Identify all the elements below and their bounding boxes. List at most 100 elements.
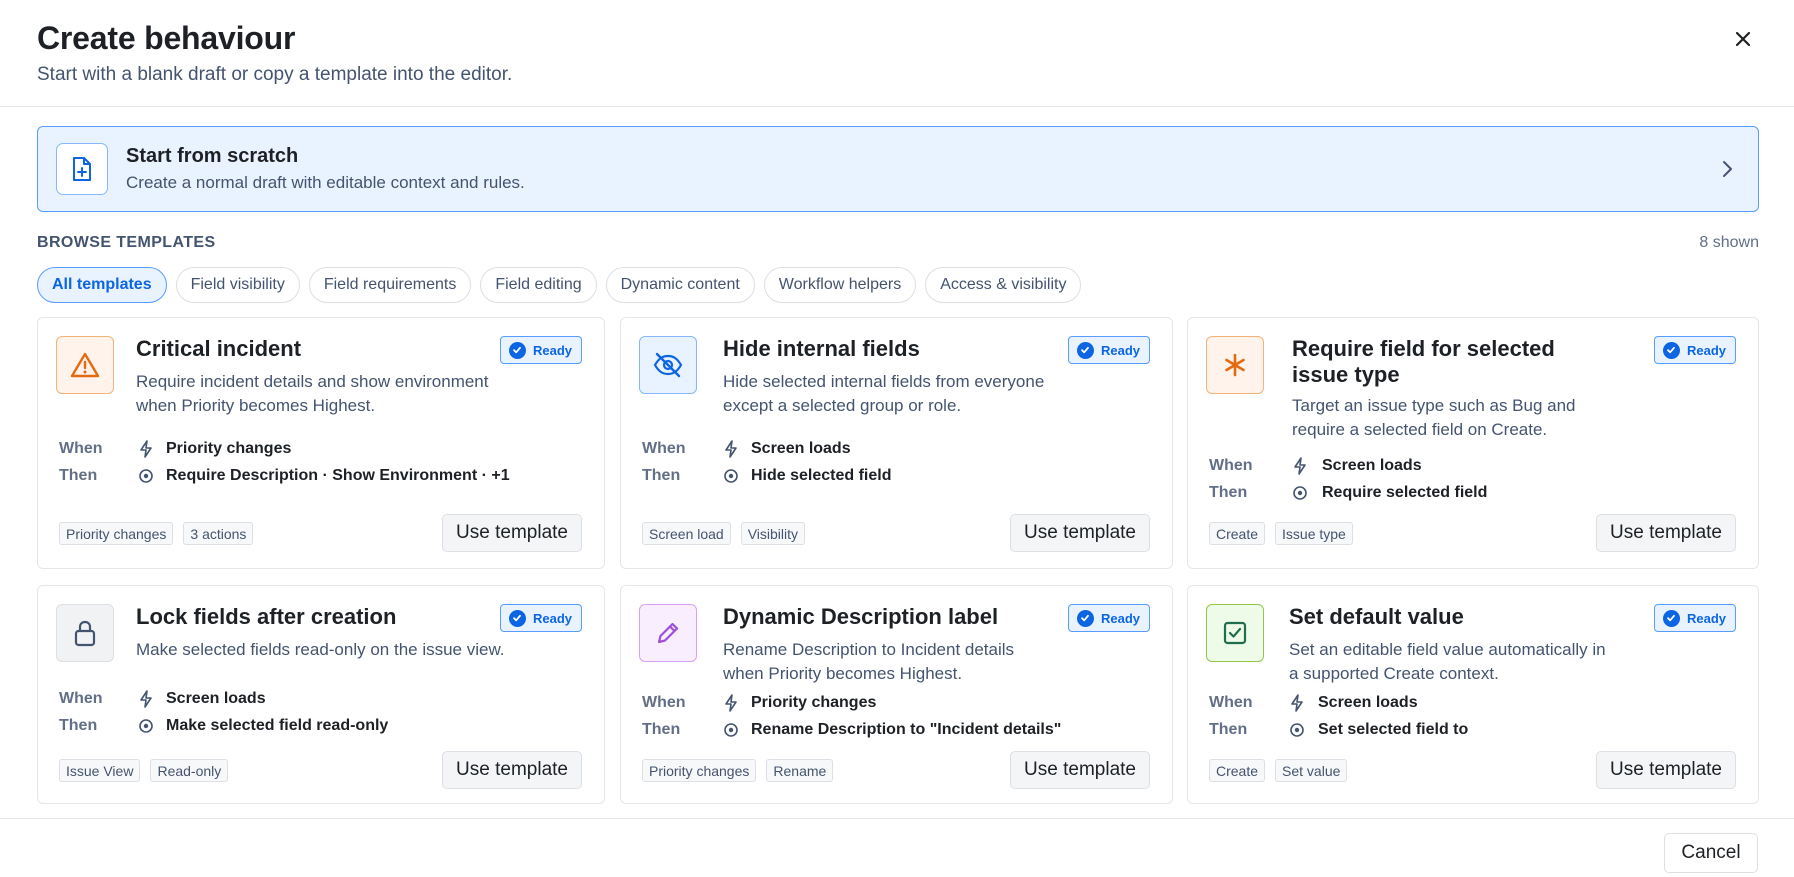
use-template-button[interactable]: Use template <box>1596 514 1736 552</box>
lightning-icon <box>1289 694 1305 712</box>
card-icon-tile <box>639 604 697 662</box>
tag: Priority changes <box>59 522 174 545</box>
then-label: Then <box>642 721 681 738</box>
card-title: Require field for selected issue type <box>1292 336 1555 387</box>
target-icon <box>138 717 154 735</box>
dialog-subtitle: Start with a blank draft or copy a templ… <box>37 64 513 85</box>
lock-icon <box>74 620 96 647</box>
when-label: When <box>59 690 103 707</box>
checkbox-icon <box>1223 621 1247 645</box>
pencil-icon <box>657 622 679 644</box>
status-badge-label: Ready <box>1100 342 1140 358</box>
use-template-button[interactable]: Use template <box>442 514 582 552</box>
close-button[interactable] <box>1728 24 1758 54</box>
status-badge-label: Ready <box>1686 342 1726 358</box>
filter-field-visibility[interactable]: Field visibility <box>175 267 300 303</box>
when-label: When <box>1209 457 1253 474</box>
card-title: Hide internal fields <box>723 336 920 361</box>
tag: Priority changes <box>642 759 757 782</box>
lightning-icon <box>138 440 154 458</box>
tag: Create <box>1209 522 1266 545</box>
template-card-lock-fields: Lock fields after creation Make selected… <box>37 585 605 804</box>
check-circle-icon <box>1076 609 1094 627</box>
card-title: Dynamic Description label <box>723 604 999 629</box>
card-icon-tile <box>56 604 114 662</box>
use-template-button[interactable]: Use template <box>1010 514 1150 552</box>
card-tags: Screen load Visibility <box>642 522 806 545</box>
use-template-button[interactable]: Use template <box>1596 751 1736 789</box>
when-value: Priority changes <box>751 694 877 711</box>
target-icon <box>1289 721 1305 739</box>
lightning-icon <box>138 690 154 708</box>
chevron-right-icon <box>1713 155 1741 183</box>
templates-count: 8 shown <box>1699 234 1759 251</box>
lightning-icon <box>1292 457 1308 475</box>
dialog-header: Create behaviour Start with a blank draf… <box>0 0 1794 107</box>
then-label: Then <box>1209 721 1248 738</box>
check-circle-icon <box>508 341 526 359</box>
target-icon <box>723 467 739 485</box>
when-label: When <box>59 440 103 457</box>
card-icon-tile <box>1206 604 1264 662</box>
then-label: Then <box>642 467 681 484</box>
filter-workflow-helpers[interactable]: Workflow helpers <box>763 267 917 303</box>
card-icon-tile <box>56 336 114 394</box>
status-badge: Ready <box>499 604 582 632</box>
then-value: Require Description · Show Environment ·… <box>166 467 510 484</box>
then-label: Then <box>59 467 98 484</box>
template-card-require-field: Require field for selected issue type Ta… <box>1187 317 1759 569</box>
status-badge: Ready <box>1653 604 1736 632</box>
filter-access-visibility[interactable]: Access & visibility <box>925 267 1082 303</box>
tag: Issue type <box>1275 522 1353 545</box>
filter-field-editing[interactable]: Field editing <box>480 267 597 303</box>
then-value: Set selected field to <box>1318 721 1469 738</box>
template-card-critical-incident: Critical incident Require incident detai… <box>37 317 605 569</box>
file-plus-icon <box>73 157 91 181</box>
then-value: Make selected field read-only <box>166 717 389 734</box>
card-tags: Create Set value <box>1209 759 1348 782</box>
target-icon <box>138 467 154 485</box>
when-label: When <box>642 694 686 711</box>
use-template-button[interactable]: Use template <box>1010 751 1150 789</box>
template-card-dynamic-description: Dynamic Description label Rename Descrip… <box>620 585 1173 804</box>
when-value: Screen loads <box>1322 457 1422 474</box>
cancel-button[interactable]: Cancel <box>1664 833 1758 873</box>
filter-dynamic-content[interactable]: Dynamic content <box>605 267 755 303</box>
status-badge-label: Ready <box>1686 610 1726 626</box>
card-title: Set default value <box>1289 604 1464 629</box>
card-icon-tile <box>639 336 697 394</box>
start-from-scratch-option[interactable]: Start from scratch Create a normal draft… <box>37 126 1759 212</box>
lightning-icon <box>723 694 739 712</box>
tag: Read-only <box>150 759 229 782</box>
scratch-icon-tile <box>56 143 108 195</box>
card-title: Critical incident <box>136 336 302 361</box>
scratch-description: Create a normal draft with editable cont… <box>126 173 525 192</box>
lightning-icon <box>723 440 739 458</box>
when-label: When <box>642 440 686 457</box>
card-title: Lock fields after creation <box>136 604 397 629</box>
use-template-button[interactable]: Use template <box>442 751 582 789</box>
status-badge: Ready <box>1067 336 1150 364</box>
card-tags: Priority changes Rename <box>642 759 834 782</box>
eye-off-icon <box>653 352 683 378</box>
status-badge-label: Ready <box>532 610 572 626</box>
card-description: Set an editable field value automaticall… <box>1289 640 1606 683</box>
when-value: Priority changes <box>166 440 292 457</box>
target-icon <box>723 721 739 739</box>
card-description: Target an issue type such as Bug and req… <box>1292 396 1576 439</box>
template-card-set-default-value: Set default value Set an editable field … <box>1187 585 1759 804</box>
status-badge: Ready <box>1067 604 1150 632</box>
card-description: Hide selected internal fields from every… <box>723 372 1045 415</box>
warning-icon <box>70 352 100 378</box>
target-icon <box>1292 484 1308 502</box>
tag: Issue View <box>59 759 141 782</box>
filter-field-requirements[interactable]: Field requirements <box>308 267 472 303</box>
tag: Rename <box>766 759 834 782</box>
then-label: Then <box>59 717 98 734</box>
filter-all-templates[interactable]: All templates <box>37 267 167 303</box>
check-circle-icon <box>508 609 526 627</box>
card-icon-tile <box>1206 336 1264 394</box>
close-icon <box>1735 31 1751 47</box>
asterisk-icon <box>1225 353 1245 377</box>
tag: Create <box>1209 759 1266 782</box>
